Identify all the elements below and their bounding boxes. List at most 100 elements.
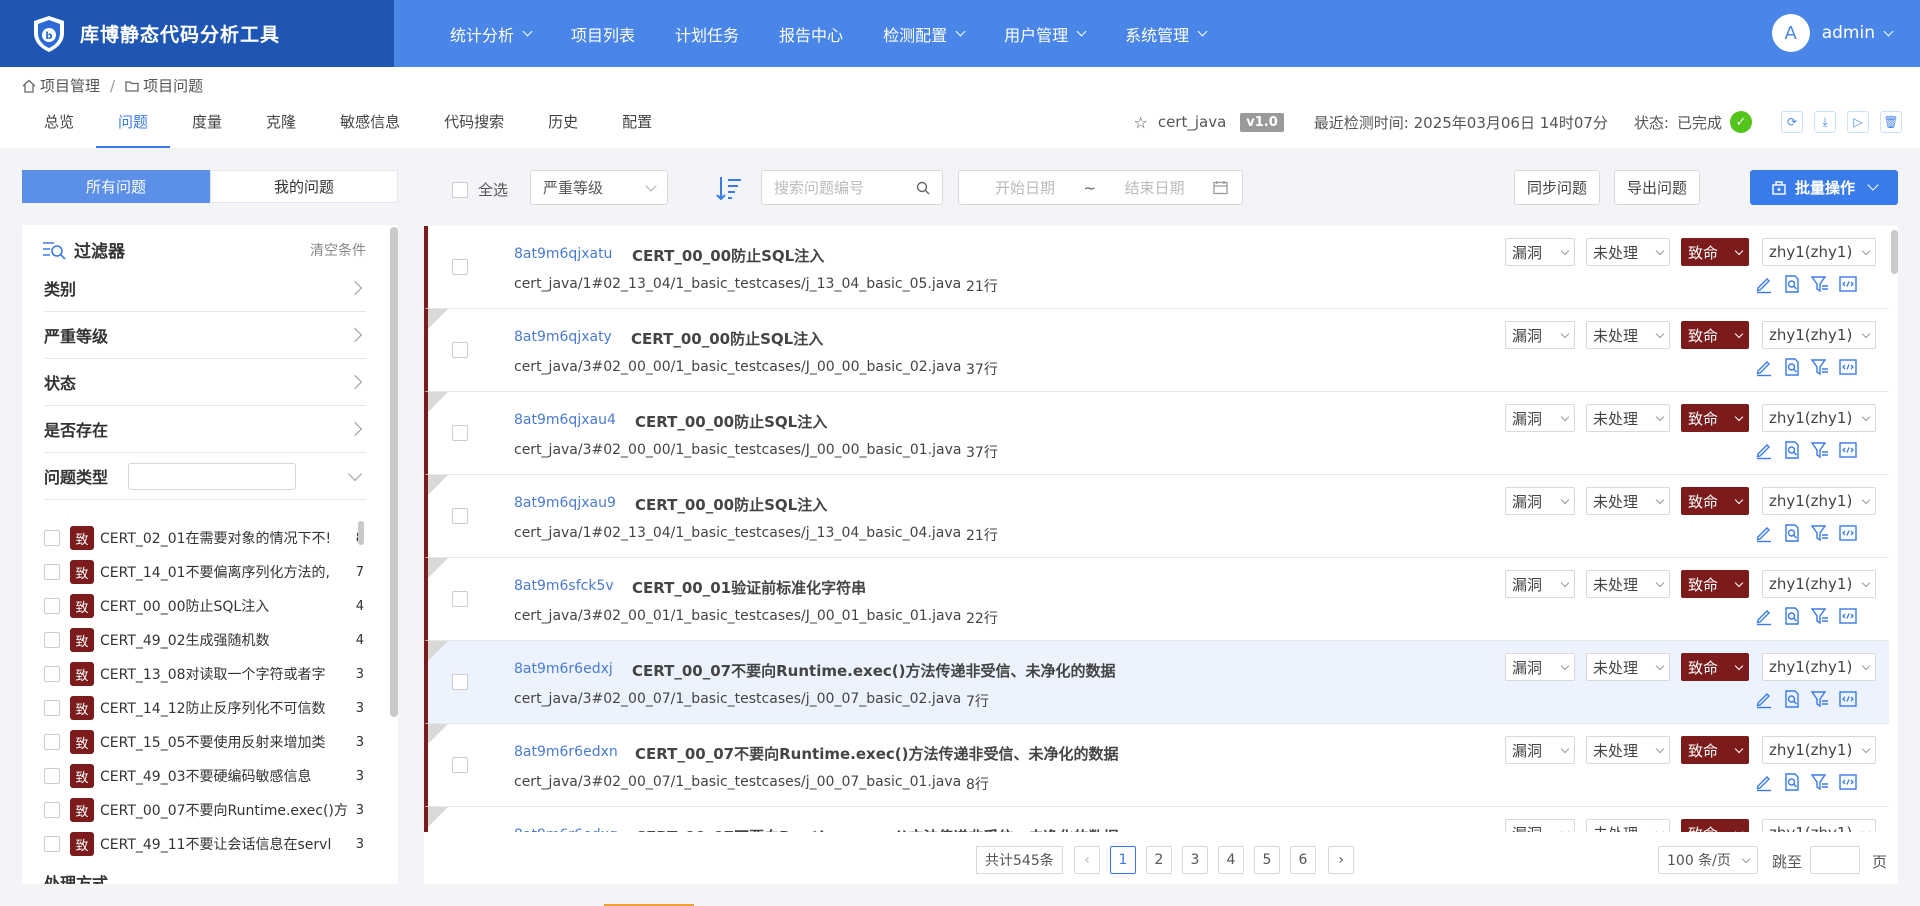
funnel-icon[interactable]: [1810, 274, 1830, 294]
issue-status-select[interactable]: 未处理: [1586, 404, 1670, 432]
code-icon[interactable]: [1838, 606, 1858, 626]
issue-type-item[interactable]: 致 CERT_49_11不要让会话信息在servl 3: [44, 827, 364, 861]
issue-id-link[interactable]: 8at9m6sfck5v: [514, 578, 614, 594]
issue-type-item[interactable]: 致 CERT_15_05不要使用反射来增加类 3: [44, 725, 364, 759]
issue-severity-select[interactable]: 致命: [1681, 487, 1749, 515]
tab-item[interactable]: 问题: [96, 105, 171, 148]
file-search-icon[interactable]: [1782, 357, 1802, 377]
issue-row[interactable]: 8at9m6sfck5v CERT_00_01验证前标准化字符串 cert_java…: [424, 558, 1889, 641]
issue-assignee-select[interactable]: zhy1(zhy1): [1762, 819, 1876, 832]
issue-title[interactable]: CERT_00_00防止SQL注入: [631, 328, 823, 349]
tab-item[interactable]: 配置: [600, 105, 674, 148]
funnel-icon[interactable]: [1810, 606, 1830, 626]
issue-file-path[interactable]: cert_java/3#02_00_01/1_basic_testcases/J…: [514, 608, 961, 624]
tab-item[interactable]: 敏感信息: [318, 105, 422, 148]
filter-section-status[interactable]: 状态: [44, 359, 366, 406]
issue-type-select[interactable]: 漏洞: [1505, 238, 1575, 266]
issue-type-item[interactable]: 致 CERT_00_00防止SQL注入 4: [44, 589, 364, 623]
issue-severity-select[interactable]: 致命: [1681, 653, 1749, 681]
sort-desc-icon[interactable]: [714, 173, 744, 203]
issue-type-checkbox[interactable]: [44, 598, 60, 614]
code-icon[interactable]: [1838, 274, 1858, 294]
issue-row[interactable]: 8at9m6qjxau4 CERT_00_00防止SQL注入 cert_java/3…: [424, 392, 1889, 475]
user-name[interactable]: admin: [1822, 23, 1875, 43]
issue-type-select[interactable]: 漏洞: [1505, 321, 1575, 349]
download-icon[interactable]: ⤓: [1814, 111, 1836, 133]
refresh-icon[interactable]: ⟳: [1781, 111, 1803, 133]
issue-row[interactable]: 8at9m6qjxaty CERT_00_00防止SQL注入 cert_java/3…: [424, 309, 1889, 392]
issue-type-checkbox[interactable]: [44, 802, 60, 818]
tab-item[interactable]: 代码搜索: [422, 105, 526, 148]
issue-assignee-select[interactable]: zhy1(zhy1): [1762, 238, 1876, 266]
tab-item[interactable]: 总览: [22, 105, 96, 148]
issue-severity-select[interactable]: 致命: [1681, 321, 1749, 349]
file-search-icon[interactable]: [1782, 440, 1802, 460]
issue-id-link[interactable]: 8at9m6qjxaty: [514, 329, 612, 345]
issue-id-link[interactable]: 8at9m6qjxau4: [514, 412, 616, 428]
funnel-icon[interactable]: [1810, 357, 1830, 377]
issue-type-select[interactable]: 漏洞: [1505, 570, 1575, 598]
issue-assignee-select[interactable]: zhy1(zhy1): [1762, 653, 1876, 681]
issue-row[interactable]: 8at9m6r6edxq CERT_00_07不要向Runtime.exec()方…: [424, 807, 1889, 832]
page-number-button[interactable]: 2: [1146, 846, 1172, 874]
issue-assignee-select[interactable]: zhy1(zhy1): [1762, 736, 1876, 764]
issue-row[interactable]: 8at9m6r6edxn CERT_00_07不要向Runtime.exec()方…: [424, 724, 1889, 807]
issue-id-link[interactable]: 8at9m6qjxatu: [514, 246, 612, 262]
issue-search-input[interactable]: 搜索问题编号: [761, 170, 943, 205]
nav-item[interactable]: 用户管理: [1004, 22, 1087, 46]
edit-icon[interactable]: [1754, 606, 1774, 626]
issue-type-select[interactable]: 漏洞: [1505, 819, 1575, 832]
type-list-scrollbar[interactable]: [358, 521, 364, 545]
tab-item[interactable]: 克隆: [244, 105, 318, 148]
issue-severity-select[interactable]: 致命: [1681, 736, 1749, 764]
issue-type-item[interactable]: 致 CERT_14_12防止反序列化不可信数 3: [44, 691, 364, 725]
filter-section-issue-type[interactable]: 问题类型: [44, 453, 366, 500]
filter-section-category[interactable]: 类别: [44, 265, 366, 312]
issue-type-select[interactable]: 漏洞: [1505, 487, 1575, 515]
search-icon[interactable]: [916, 181, 930, 195]
code-icon[interactable]: [1838, 772, 1858, 792]
issue-type-item[interactable]: 致 CERT_14_01不要偏离序列化方法的, 7: [44, 555, 364, 589]
issue-title[interactable]: CERT_00_01验证前标准化字符串: [632, 577, 866, 598]
issue-type-checkbox[interactable]: [44, 666, 60, 682]
user-menu[interactable]: A admin: [1771, 14, 1894, 52]
funnel-icon[interactable]: [1810, 689, 1830, 709]
file-search-icon[interactable]: [1782, 274, 1802, 294]
select-all[interactable]: 全选: [452, 179, 508, 200]
sync-issues-button[interactable]: 同步问题: [1514, 170, 1600, 205]
issue-severity-select[interactable]: 致命: [1681, 238, 1749, 266]
play-icon[interactable]: ▷: [1847, 111, 1869, 133]
jump-page-input[interactable]: [1810, 846, 1860, 874]
issue-title[interactable]: CERT_00_00防止SQL注入: [635, 411, 827, 432]
select-all-checkbox[interactable]: [452, 181, 468, 198]
issue-type-checkbox[interactable]: [44, 564, 60, 580]
page-number-button[interactable]: 6: [1290, 846, 1316, 874]
issue-status-select[interactable]: 未处理: [1586, 819, 1670, 832]
issue-type-item[interactable]: 致CERT_02_01在需要对象的情况下不!8: [44, 521, 364, 555]
batch-operation-button[interactable]: 批量操作: [1750, 170, 1898, 205]
filter-scrollbar[interactable]: [390, 227, 398, 717]
issue-type-item[interactable]: 致 CERT_49_02生成强随机数 4: [44, 623, 364, 657]
filter-section-handling[interactable]: 处理方式: [44, 870, 108, 884]
nav-item[interactable]: 统计分析: [450, 22, 533, 46]
file-search-icon[interactable]: [1782, 523, 1802, 543]
issue-id-link[interactable]: 8at9m6r6edxq: [514, 827, 618, 832]
edit-icon[interactable]: [1754, 274, 1774, 294]
code-icon[interactable]: [1838, 689, 1858, 709]
tab-item[interactable]: 历史: [526, 105, 600, 148]
edit-icon[interactable]: [1754, 689, 1774, 709]
issue-type-item[interactable]: 致 CERT_49_03不要硬编码敏感信息 3: [44, 759, 364, 793]
star-icon[interactable]: ☆: [1133, 113, 1147, 132]
edit-icon[interactable]: [1754, 440, 1774, 460]
issue-checkbox[interactable]: [452, 508, 468, 524]
brand[interactable]: b 库博静态代码分析工具: [0, 0, 394, 67]
issue-title[interactable]: CERT_00_00防止SQL注入: [632, 245, 824, 266]
trash-icon[interactable]: 🗑: [1880, 111, 1902, 133]
issue-file-path[interactable]: cert_java/3#02_00_00/1_basic_testcases/J…: [514, 359, 961, 375]
issue-file-path[interactable]: cert_java/3#02_00_00/1_basic_testcases/J…: [514, 442, 961, 458]
issue-id-link[interactable]: 8at9m6r6edxn: [514, 744, 618, 760]
issue-type-select[interactable]: 漏洞: [1505, 653, 1575, 681]
issue-checkbox[interactable]: [452, 591, 468, 607]
issue-file-path[interactable]: cert_java/3#02_00_07/1_basic_testcases/j…: [514, 691, 961, 707]
file-search-icon[interactable]: [1782, 772, 1802, 792]
